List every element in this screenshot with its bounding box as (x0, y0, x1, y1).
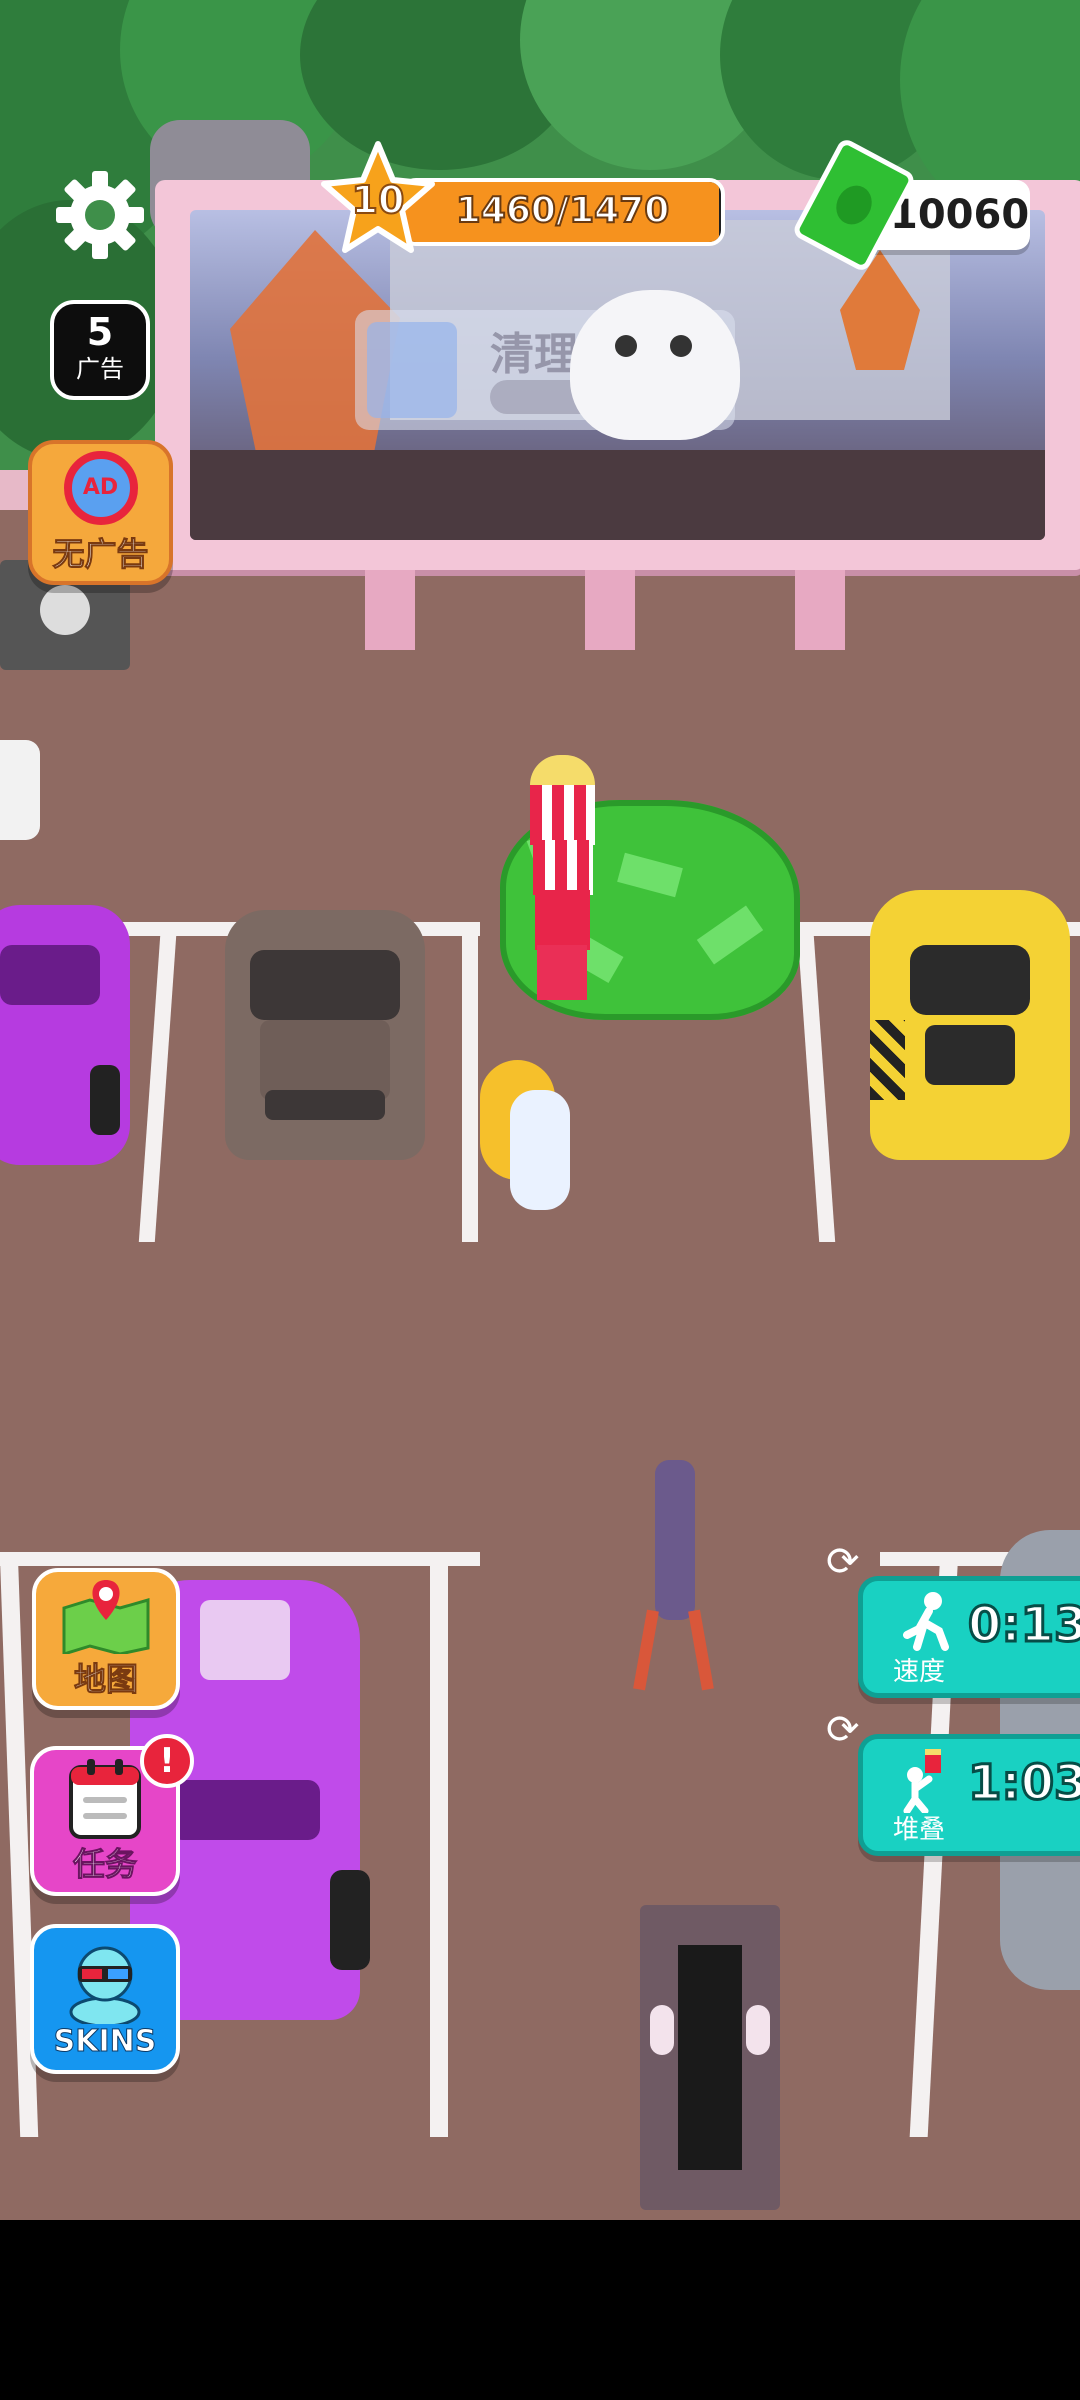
brown-sedan-car[interactable] (225, 910, 425, 1160)
stack-boost-button[interactable]: 1:03 堆叠 (858, 1734, 1080, 1856)
no-ads-label: 无广告 (52, 534, 149, 573)
billboard-floor (190, 450, 1045, 540)
ghost-eye (670, 335, 692, 357)
level-number: 10 (351, 177, 406, 223)
tasks-alert-badge: ! (140, 1734, 194, 1788)
popcorn-cup (537, 945, 587, 1000)
car-wheel (330, 1870, 370, 1970)
parking-line (430, 1552, 448, 2137)
car-roof (925, 1025, 1015, 1085)
parking-line (0, 1552, 480, 1566)
no-ads-icon: AD (63, 450, 138, 525)
level-star: 10 (318, 140, 438, 260)
ad-label: 广告 (76, 355, 124, 383)
speed-boost-timer: 0:13 (966, 1596, 1080, 1655)
player-character (480, 1000, 590, 1210)
speed-boost-label: 速度 (893, 1657, 946, 1687)
player-body (510, 1090, 570, 1210)
car-window (0, 945, 100, 1005)
popcorn-runner-icon (903, 1749, 941, 1813)
map-label: 地图 (73, 1660, 138, 1699)
gate-post (650, 2005, 674, 2055)
stack-boost-timer: 1:03 (966, 1754, 1080, 1813)
billboard-leg (585, 570, 635, 650)
map-icon (62, 1580, 150, 1654)
gear-icon (56, 171, 144, 259)
car-hood (200, 1600, 290, 1680)
purple-hot-rod-car[interactable] (0, 905, 130, 1165)
cash-bill (617, 852, 683, 898)
robot-leg (688, 1609, 714, 1691)
task-card-icon (367, 322, 457, 418)
gate-post (746, 2005, 770, 2055)
tasks-label: 任务 (72, 1845, 137, 1884)
car-windshield (250, 950, 400, 1020)
ad-count: 5 (86, 310, 114, 354)
xp-text: 1460/1470 (455, 189, 671, 232)
map-button[interactable]: 地图 (32, 1568, 180, 1710)
ticket-gate[interactable] (640, 1905, 780, 2210)
parking-line (462, 922, 478, 1242)
ad-counter-button[interactable]: 5 广告 (50, 300, 150, 400)
ghost-icon (570, 290, 740, 440)
popcorn-cup (530, 785, 595, 845)
cash-amount: 10060 (890, 192, 1030, 238)
popcorn-cup (533, 840, 593, 895)
robot-leg (633, 1609, 659, 1691)
golfer-sign (0, 740, 40, 840)
yellow-sports-car[interactable] (870, 890, 1070, 1160)
no-ads-icon-text: AD (82, 475, 119, 500)
car-windshield (910, 945, 1030, 1015)
robot-worker (633, 1460, 714, 1691)
ghost-eye (615, 335, 637, 357)
cash-bill (696, 905, 764, 965)
speaker-cone (40, 585, 90, 635)
robot-body (655, 1460, 695, 1620)
car-rear-window (265, 1090, 385, 1120)
popcorn-cup (535, 890, 590, 950)
clipboard-icon (69, 1759, 141, 1839)
cash-icon-dollar (829, 179, 879, 231)
bottom-bar (0, 2220, 1080, 2400)
settings-button[interactable] (50, 165, 150, 265)
stack-boost-label: 堆叠 (893, 1815, 946, 1845)
speed-boost-button[interactable]: 0:13 速度 (858, 1576, 1080, 1698)
tasks-badge-text: ! (159, 1741, 175, 1781)
billboard-leg (795, 570, 845, 650)
billboard-leg (365, 570, 415, 650)
no-ads-button[interactable]: AD 无广告 (28, 440, 173, 585)
xp-bar: 1460/1470 (400, 178, 725, 246)
car-windshield (170, 1780, 320, 1840)
car-wheel (90, 1065, 120, 1135)
car-checker-stripe (870, 1020, 905, 1100)
refresh-icon[interactable]: ⟳ (826, 1542, 878, 1582)
popcorn-stack (525, 755, 600, 1005)
runner-icon (903, 1592, 949, 1651)
car-roof (260, 1020, 390, 1100)
skins-label: SKINS (53, 2023, 157, 2059)
parking-line (138, 922, 178, 1242)
skins-button[interactable]: SKINS (30, 1924, 180, 2074)
character-3d-glasses-icon (69, 1946, 141, 2024)
parking-line (796, 922, 836, 1242)
gate-slot (678, 1945, 742, 2170)
